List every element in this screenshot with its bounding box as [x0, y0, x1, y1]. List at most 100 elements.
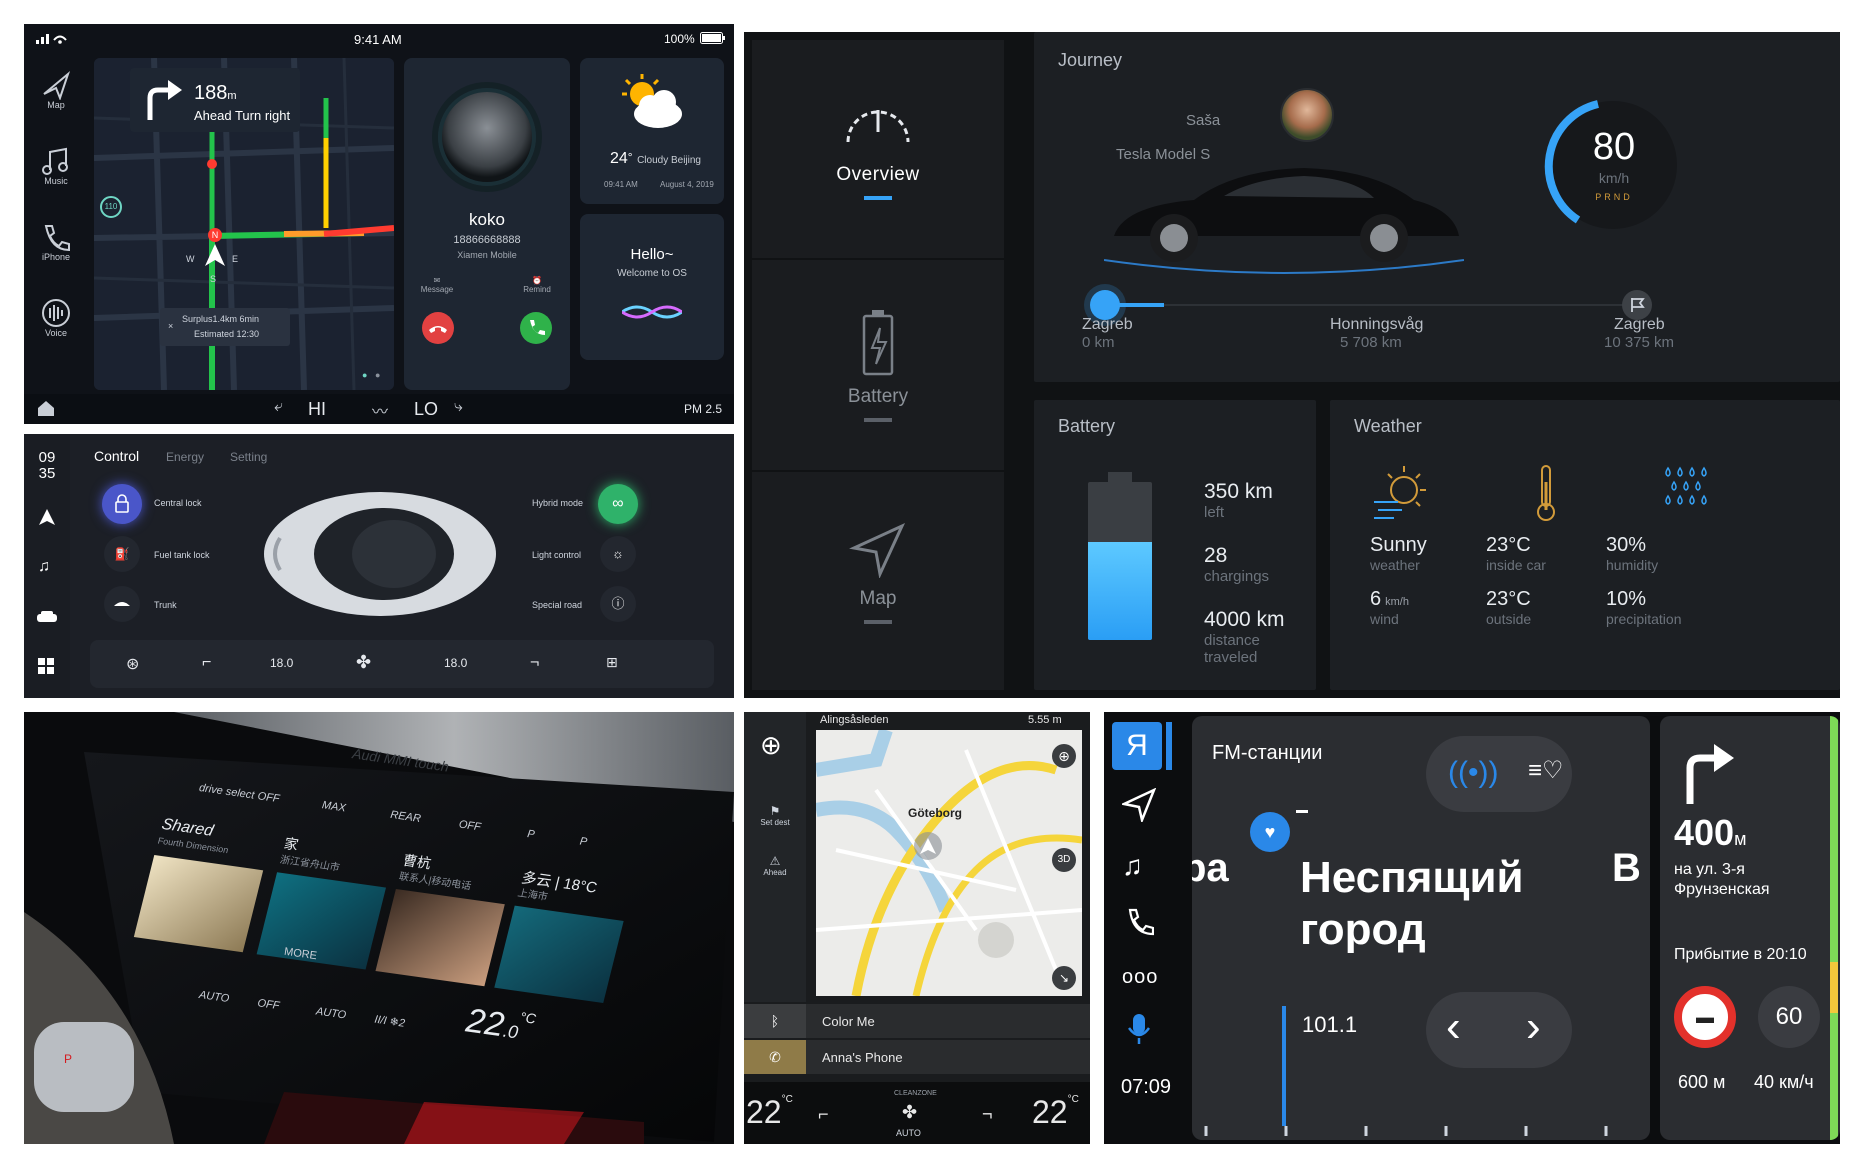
fan-icon[interactable]: 〰: [372, 398, 388, 422]
air-quality-label: PM 2.5: [684, 402, 723, 416]
close-icon[interactable]: ×: [168, 321, 173, 331]
expand-map-button[interactable]: ↘: [1052, 966, 1076, 990]
seat-heat-left-icon[interactable]: ⤶: [274, 398, 283, 416]
weather-stat-label: precipitation: [1606, 611, 1682, 627]
tab-setting[interactable]: Setting: [230, 450, 267, 464]
info-icon: ⓘ: [611, 596, 625, 611]
accept-call-button[interactable]: [520, 312, 552, 344]
phone-icon[interactable]: [1124, 908, 1154, 938]
volvo-climate-bar: 22°C ⌐ CLEANZONE ✤ AUTO ¬ 22°C: [744, 1082, 1090, 1144]
defrost-icon[interactable]: ⊞: [606, 654, 618, 671]
station-name: Неспящий город: [1300, 853, 1524, 954]
climate-lo-button[interactable]: LO: [414, 399, 438, 420]
weather-stat-label: wind: [1370, 611, 1399, 627]
music-note-icon[interactable]: ♫: [38, 558, 50, 576]
tile-weather[interactable]: [494, 905, 624, 1003]
page-dots: ● ●: [362, 370, 381, 380]
map-view[interactable]: 110 188m Ahead Turn right N W E S × Surp…: [94, 58, 394, 390]
steering-heat-icon[interactable]: ⊛: [126, 654, 139, 674]
climate-hi-button[interactable]: HI: [308, 399, 326, 420]
contact-name: koko: [469, 210, 505, 229]
navigation-arrow-icon[interactable]: [1122, 788, 1156, 822]
fuel-lock-toggle[interactable]: ⛽: [104, 536, 140, 572]
voice-wave-icon: [622, 305, 682, 319]
nav-item-label: Map: [859, 588, 897, 609]
home-icon[interactable]: [36, 399, 56, 417]
assistant-card[interactable]: Hello~ Welcome to OS: [580, 214, 724, 360]
broadcast-icon[interactable]: ((•)): [1448, 756, 1498, 790]
message-button[interactable]: ✉ Message: [412, 276, 462, 294]
climate-auto-label[interactable]: AUTO: [896, 1128, 921, 1138]
yandex-auto-panel: Я ♫ ooo 07:09 FM-станции ((•)) ≡♡ ра ♥ Н…: [1104, 712, 1840, 1144]
tab-control[interactable]: Control: [94, 448, 139, 464]
fan-icon[interactable]: ✤: [902, 1102, 917, 1123]
seat-left-icon[interactable]: ⌐: [202, 654, 211, 672]
music-note-icon[interactable]: ♫: [1122, 850, 1143, 882]
temp-right[interactable]: 18.0: [444, 656, 467, 670]
sidebar-item-map[interactable]: Map: [34, 70, 78, 110]
arrival-time: Прибытие в 20:10: [1674, 946, 1807, 963]
tile-contact[interactable]: [375, 888, 505, 987]
compass-icon[interactable]: ⊕: [760, 730, 782, 761]
nav-item-map[interactable]: Map: [752, 518, 1004, 624]
sidebar-item-label: Music: [44, 176, 68, 186]
media-row[interactable]: ᛒ Color Me: [744, 1004, 1090, 1038]
seat-heat-right-icon[interactable]: ⤷: [454, 398, 463, 416]
next-station-button[interactable]: ›: [1526, 1002, 1541, 1052]
microphone-icon[interactable]: [1128, 1012, 1150, 1046]
light-control-toggle[interactable]: ☼: [600, 536, 636, 572]
tab-energy[interactable]: Energy: [166, 450, 204, 464]
turn-instruction: Ahead Turn right: [194, 108, 291, 123]
ahead-button[interactable]: ⚠ Ahead: [744, 854, 806, 877]
map-3d-button[interactable]: 3D: [1052, 848, 1076, 872]
hybrid-mode-toggle[interactable]: ∞: [598, 484, 638, 524]
fan-icon[interactable]: ✤: [356, 652, 371, 673]
favorite-button[interactable]: ♥: [1250, 812, 1290, 852]
infinity-icon: ∞: [612, 495, 624, 512]
left-temp[interactable]: 22°C: [746, 1094, 793, 1131]
central-lock-toggle[interactable]: [102, 484, 142, 524]
compass-button[interactable]: ⊕: [1052, 744, 1076, 768]
phone-row[interactable]: ✆ Anna's Phone: [744, 1040, 1090, 1074]
turn-distance: 188: [194, 82, 228, 104]
seat-heat-left-icon[interactable]: ⌐: [818, 1104, 829, 1125]
nav-divider: [752, 470, 1004, 472]
map-roads: [816, 730, 1082, 996]
previous-station-button[interactable]: ‹: [1446, 1002, 1461, 1052]
tile-media[interactable]: [133, 855, 264, 953]
seat-right-icon[interactable]: ¬: [530, 654, 539, 672]
driver-avatar: [1280, 88, 1334, 142]
signal-icon: [36, 32, 70, 44]
assistant-subtitle: Welcome to OS: [617, 268, 687, 279]
car-icon[interactable]: [36, 610, 58, 624]
frequency-ticks: [1202, 1122, 1642, 1136]
weather-stat: 30% humidity: [1606, 534, 1658, 573]
hangup-icon: [429, 326, 447, 333]
alarm-icon: ⏰: [532, 276, 542, 285]
status-time: 9:41 AM: [354, 32, 402, 47]
remind-button[interactable]: ⏰ Remind: [512, 276, 562, 294]
set-destination-button[interactable]: ⚑ Set dest: [744, 804, 806, 827]
yandex-logo-button[interactable]: Я: [1112, 722, 1162, 770]
right-temp[interactable]: 22°C: [1032, 1094, 1079, 1131]
seat-heat-right-icon[interactable]: ¬: [982, 1104, 993, 1125]
favorites-list-icon[interactable]: ≡♡: [1528, 756, 1564, 785]
special-road-toggle[interactable]: ⓘ: [600, 586, 636, 622]
apps-grid-icon[interactable]: [38, 658, 54, 674]
navigation-arrow-icon[interactable]: [38, 508, 56, 526]
decline-call-button[interactable]: [422, 312, 454, 344]
sidebar-item-music[interactable]: Music: [34, 146, 78, 186]
weather-time: 09:41 AM: [604, 180, 638, 189]
nav-item-overview[interactable]: Overview: [752, 92, 1004, 200]
sidebar-item-voice[interactable]: Voice: [34, 298, 78, 338]
weather-card: Weather Sunny weather 23°C inside car 30% hum…: [1330, 400, 1840, 690]
sidebar-item-label: iPhone: [41, 252, 71, 262]
sidebar-item-iphone[interactable]: iPhone: [34, 222, 78, 262]
car-image: [1104, 168, 1464, 274]
trunk-toggle[interactable]: [104, 586, 140, 622]
temp-left[interactable]: 18.0: [270, 656, 293, 670]
more-icon[interactable]: ooo: [1122, 966, 1158, 989]
nav-item-battery[interactable]: Battery: [752, 308, 1004, 422]
tile-home[interactable]: [256, 872, 386, 970]
volvo-map[interactable]: Göteborg 3D ⊕ ↘: [816, 730, 1082, 996]
